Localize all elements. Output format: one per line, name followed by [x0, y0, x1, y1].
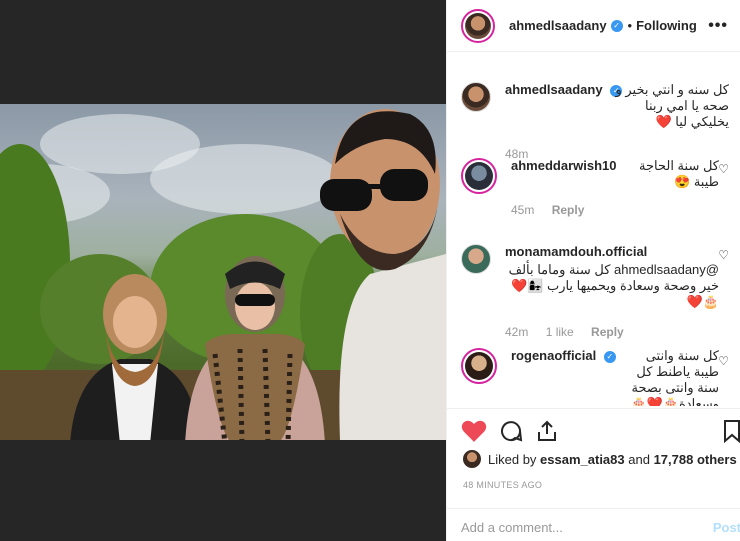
comment-item: monamamdouh.official @ahmedlsaadany كل س…: [447, 224, 740, 339]
commenter-username[interactable]: rogenaofficial: [511, 348, 596, 363]
comment-item: ahmeddarwish10 كل سنة الحاجة طيبة 😍 45m …: [447, 138, 740, 224]
commenter-avatar[interactable]: [461, 348, 497, 384]
post-actions: [447, 408, 740, 448]
add-comment-bar: Add a comment... Post: [447, 508, 740, 541]
post-timestamp: 48 MINUTES AGO: [463, 480, 543, 490]
verified-icon: ✓: [610, 19, 623, 32]
author-avatar[interactable]: [461, 8, 495, 43]
comment-time: 45m: [511, 203, 535, 217]
header-separator: •: [627, 18, 633, 33]
author-username[interactable]: ahmedlsaadany: [509, 18, 607, 33]
comment-like-icon[interactable]: ♡: [718, 162, 729, 176]
liked-by-prefix: Liked by: [488, 451, 537, 467]
commenter-avatar[interactable]: [461, 82, 491, 112]
save-bookmark-icon[interactable]: [723, 419, 740, 443]
post-header: ahmedlsaadany ✓ • Following •••: [447, 0, 740, 52]
likes-count[interactable]: 17,788 others: [654, 452, 737, 467]
commenter-avatar[interactable]: [461, 158, 497, 194]
comment-like-icon[interactable]: ♡: [718, 248, 729, 262]
commenter-username[interactable]: monamamdouh.official: [505, 244, 647, 259]
comment-icon[interactable]: [499, 419, 523, 443]
following-button[interactable]: Following: [636, 18, 697, 33]
post-photo[interactable]: [0, 104, 446, 440]
post-side-panel: ahmedlsaadany ✓ • Following ••• ahmedlsa…: [446, 0, 740, 541]
post-comment-button[interactable]: Post: [713, 520, 740, 535]
likes-summary: Liked by essam_atia83 and 17,788 others: [463, 450, 737, 468]
more-options-icon[interactable]: •••: [708, 17, 728, 35]
post-media-area: [0, 0, 446, 541]
liker-avatar[interactable]: [463, 450, 481, 468]
comment-input[interactable]: Add a comment...: [461, 520, 563, 535]
photo-person-man: [320, 109, 446, 440]
commenter-username[interactable]: ahmedlsaadany: [505, 82, 603, 97]
share-icon[interactable]: [535, 419, 559, 443]
liked-by-and: and: [628, 451, 650, 467]
like-heart-icon[interactable]: [461, 419, 487, 443]
verified-icon: ✓: [603, 350, 616, 363]
comment-item: rogenaofficial ✓ كل سنة وانتى طيبة ياطنط…: [447, 334, 740, 406]
reply-button[interactable]: Reply: [552, 203, 585, 217]
comment-like-icon[interactable]: ♡: [718, 354, 729, 368]
liker-username[interactable]: essam_atia83: [540, 452, 625, 467]
caption-comment: ahmedlsaadany ✓ كل سنه و انتي بخير و صحه…: [447, 60, 740, 161]
commenter-username[interactable]: ahmeddarwish10: [511, 158, 617, 173]
comments-list: ahmedlsaadany ✓ كل سنه و انتي بخير و صحه…: [447, 60, 740, 406]
comment-text: @ahmedlsaadany كل سنة وماما بألف خير وصح…: [508, 262, 719, 309]
commenter-avatar[interactable]: [461, 244, 491, 274]
